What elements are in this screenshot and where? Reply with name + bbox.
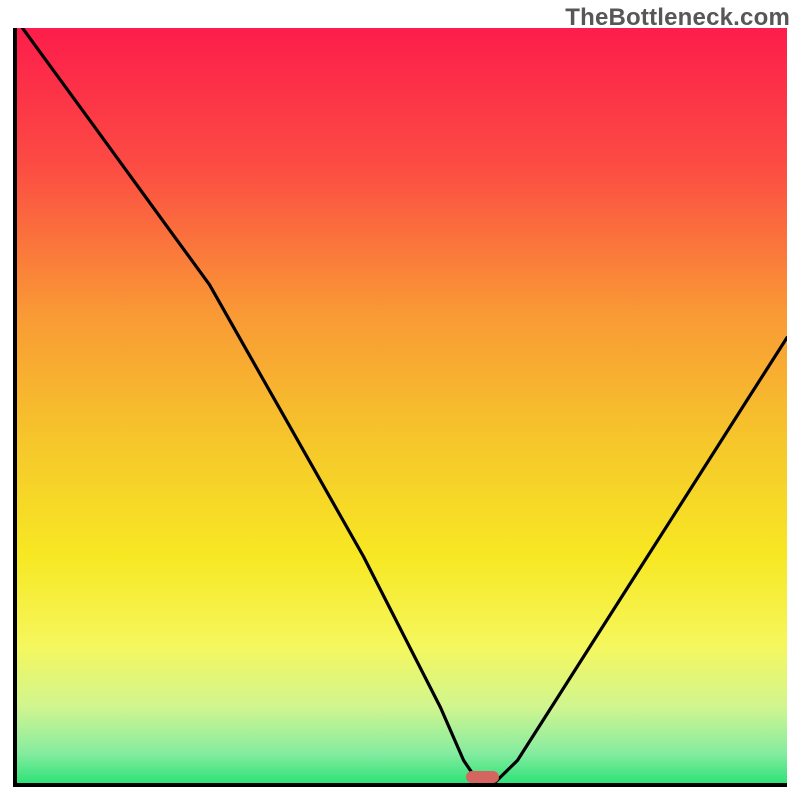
bottleneck-curve xyxy=(17,28,787,783)
plot-area xyxy=(13,28,787,787)
chart-canvas: TheBottleneck.com xyxy=(0,0,800,800)
optimum-marker xyxy=(466,771,499,783)
